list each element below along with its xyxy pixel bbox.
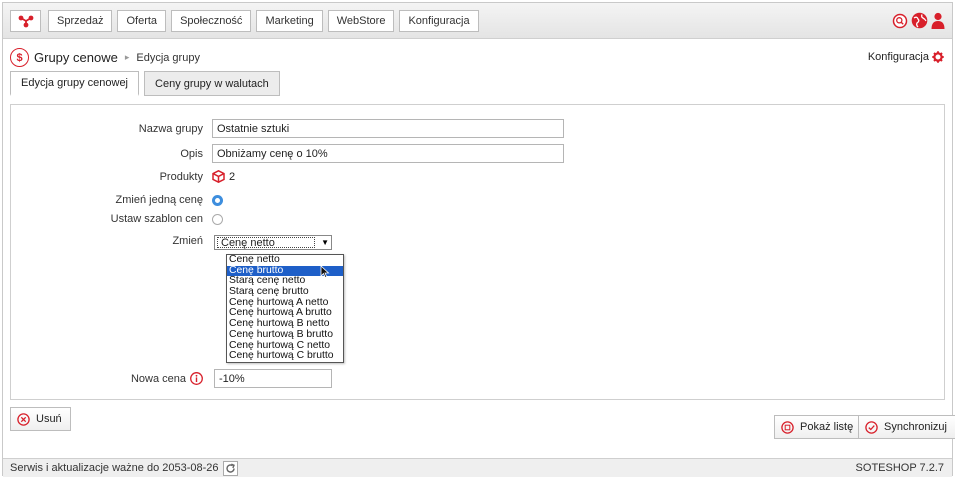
delete-button[interactable]: Usuń — [10, 407, 71, 431]
menu-item-konfiguracja[interactable]: Konfiguracja — [399, 10, 479, 32]
breadcrumb: $ Grupy cenowe ▸ Edycja grupy — [10, 48, 200, 67]
chevron-down-icon: ▼ — [321, 238, 329, 247]
new-price-label: Nowa cena — [130, 372, 186, 385]
breadcrumb-separator: ▸ — [124, 52, 130, 62]
menu-item-webstore[interactable]: WebStore — [327, 10, 395, 32]
service-status: Serwis i aktualizacje ważne do 2053-08-2… — [10, 460, 238, 476]
description-row: Opis Obniżamy cenę o 10% — [11, 144, 564, 163]
change-one-price-label: Zmień jedną cenę — [115, 194, 203, 206]
check-circle-icon — [865, 420, 878, 434]
products-label: Produkty — [159, 170, 203, 183]
description-input[interactable]: Obniżamy cenę o 10% — [212, 144, 564, 163]
price-template-row: Ustaw szablon cen — [11, 213, 223, 225]
new-price-row: Nowa cena -10% — [11, 369, 332, 388]
products-row: Produkty 2 — [11, 170, 235, 183]
group-name-label: Nazwa grupy — [138, 122, 203, 135]
list-icon — [781, 420, 794, 434]
edit-form: Nazwa grupy Ostatnie sztuki Opis Obniżam… — [10, 104, 945, 400]
soteshop-logo-icon — [18, 15, 33, 28]
version-label: SOTESHOP 7.2.7 — [855, 462, 944, 474]
gear-icon — [932, 51, 944, 63]
group-name-input[interactable]: Ostatnie sztuki — [212, 119, 564, 138]
description-label: Opis — [180, 147, 203, 160]
change-label: Zmień — [172, 235, 203, 247]
new-price-label-group: Nowa cena — [11, 372, 212, 385]
mouse-cursor-icon — [320, 265, 330, 279]
refresh-button[interactable] — [222, 460, 238, 476]
tab-bar: Edycja grupy cenowej Ceny grupy w waluta… — [10, 71, 280, 96]
show-list-button-label: Pokaż listę — [800, 421, 854, 433]
product-box-icon — [212, 170, 225, 183]
menu-item-sprzedaz[interactable]: Sprzedaż — [48, 10, 113, 32]
price-group-icon: $ — [10, 48, 29, 67]
new-price-input[interactable]: -10% — [214, 369, 332, 388]
tab-currency-prices[interactable]: Ceny grupy w walutach — [144, 71, 280, 96]
change-price-select[interactable]: Cenę netto ▼ — [214, 235, 332, 250]
search-icon[interactable] — [892, 13, 908, 29]
price-template-radio[interactable] — [212, 213, 223, 225]
info-icon[interactable] — [190, 372, 203, 385]
user-icon[interactable] — [931, 12, 945, 29]
change-price-selected: Cenę netto — [217, 237, 315, 249]
change-row: Zmień Cenę netto ▼ — [11, 235, 332, 250]
globe-icon[interactable] — [911, 12, 928, 29]
close-circle-icon — [17, 412, 30, 426]
price-template-label: Ustaw szablon cen — [110, 213, 203, 225]
delete-button-label: Usuń — [36, 413, 62, 425]
breadcrumb-current: Edycja grupy — [136, 51, 200, 64]
home-logo-button[interactable] — [10, 10, 41, 32]
app-window: Sprzedaż Oferta Społeczność Marketing We… — [2, 2, 955, 477]
change-one-price-row: Zmień jedną cenę — [11, 194, 223, 206]
option-wholesale-b-gross[interactable]: Cenę hurtową B brutto — [227, 329, 343, 341]
menu-item-oferta[interactable]: Oferta — [117, 10, 167, 32]
configuration-link-label: Konfiguracja — [867, 51, 929, 63]
service-expiry-text: Serwis i aktualizacje ważne do 2053-08-2… — [10, 462, 219, 474]
status-bar: Serwis i aktualizacje ważne do 2053-08-2… — [3, 458, 952, 477]
menu-item-marketing[interactable]: Marketing — [256, 10, 323, 32]
main-menu: Sprzedaż Oferta Społeczność Marketing We… — [48, 10, 479, 32]
top-navigation-bar: Sprzedaż Oferta Społeczność Marketing We… — [3, 3, 952, 39]
menu-item-spolecznosc[interactable]: Społeczność — [171, 10, 252, 32]
synchronize-button-label: Synchronizuj — [884, 421, 947, 433]
tab-edit-price-group[interactable]: Edycja grupy cenowej — [10, 71, 140, 96]
breadcrumb-root[interactable]: Grupy cenowe — [34, 50, 118, 65]
synchronize-button[interactable]: Synchronizuj — [858, 415, 955, 439]
option-wholesale-c-gross[interactable]: Cenę hurtową C brutto — [227, 350, 343, 362]
change-one-price-radio[interactable] — [212, 194, 223, 206]
show-list-button[interactable]: Pokaż listę — [774, 415, 863, 439]
configuration-link[interactable]: Konfiguracja — [868, 51, 944, 63]
refresh-icon — [225, 463, 235, 473]
products-link[interactable]: 2 — [212, 170, 235, 183]
products-count: 2 — [229, 170, 236, 183]
group-name-row: Nazwa grupy Ostatnie sztuki — [11, 119, 564, 138]
top-right-icons — [892, 12, 945, 29]
